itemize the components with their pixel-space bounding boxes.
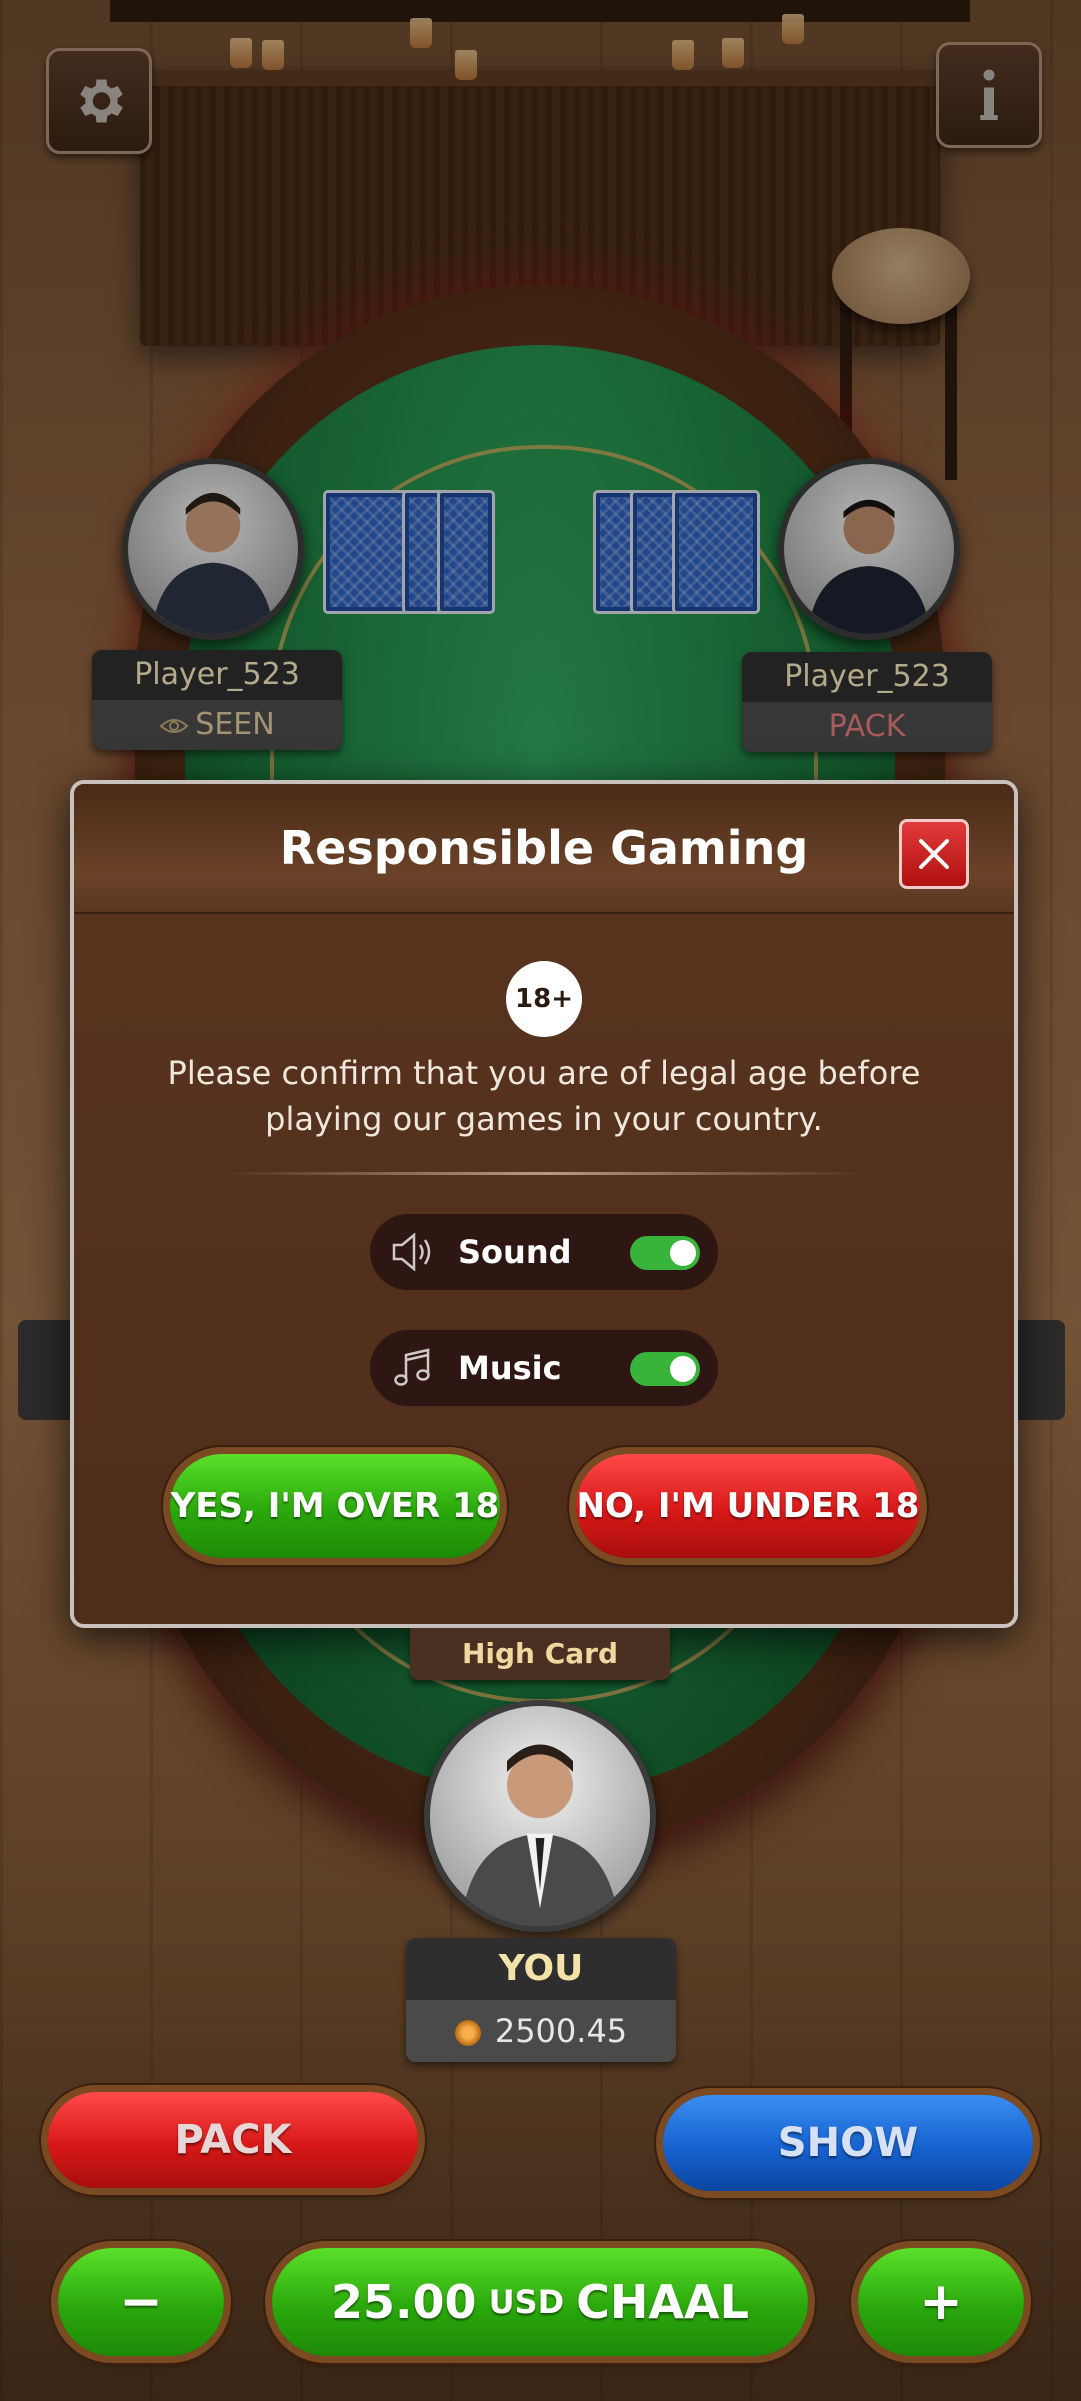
music-label: Music (458, 1349, 562, 1387)
self-nameplate: YOU 2500.45 (406, 1938, 676, 2062)
divider (224, 1172, 864, 1175)
self-avatar[interactable] (424, 1700, 656, 1932)
chaal-button[interactable]: 25.00 USD CHAAL (272, 2248, 808, 2356)
player-portrait (460, 1744, 620, 1926)
age-badge: 18+ (506, 961, 582, 1037)
increase-bet-button[interactable]: + (858, 2248, 1024, 2356)
self-balance: 2500.45 (494, 2012, 628, 2050)
show-label: SHOW (777, 2120, 919, 2166)
dialog-title: Responsible Gaming (279, 821, 809, 875)
close-button[interactable] (899, 819, 969, 889)
bet-action-label: CHAAL (576, 2275, 749, 2329)
music-toggle-row: Music (370, 1330, 718, 1406)
close-icon (919, 839, 949, 869)
pack-button[interactable]: PACK (48, 2092, 418, 2188)
over-18-button[interactable]: YES, I'M OVER 18 (170, 1454, 500, 1558)
bet-currency: USD (488, 2283, 565, 2321)
show-button[interactable]: SHOW (663, 2095, 1033, 2191)
speaker-icon (392, 1232, 431, 1272)
self-balance-row: 2500.45 (406, 2000, 676, 2062)
switch-knob (670, 1356, 696, 1382)
bet-amount: 25.00 (331, 2275, 477, 2329)
coin-icon (454, 2020, 481, 2046)
sound-label: Sound (458, 1233, 572, 1271)
plus-icon: + (919, 2272, 963, 2332)
pack-label: PACK (174, 2117, 292, 2163)
switch-knob (670, 1240, 696, 1266)
under-18-button[interactable]: NO, I'M UNDER 18 (576, 1454, 920, 1558)
sound-toggle-row: Sound (370, 1214, 718, 1290)
decrease-bet-button[interactable]: − (58, 2248, 224, 2356)
self-name: YOU (406, 1938, 676, 2000)
music-switch[interactable] (630, 1352, 700, 1386)
hand-name-label: High Card (410, 1628, 670, 1680)
sound-switch[interactable] (630, 1236, 700, 1270)
responsible-gaming-dialog: Responsible Gaming 18+ Please confirm th… (70, 780, 1018, 1628)
music-note-icon (394, 1348, 430, 1386)
legal-age-message-line2: playing our games in your country. (265, 1100, 823, 1138)
legal-age-message-line1: Please confirm that you are of legal age… (167, 1054, 921, 1092)
minus-icon: − (119, 2272, 163, 2332)
